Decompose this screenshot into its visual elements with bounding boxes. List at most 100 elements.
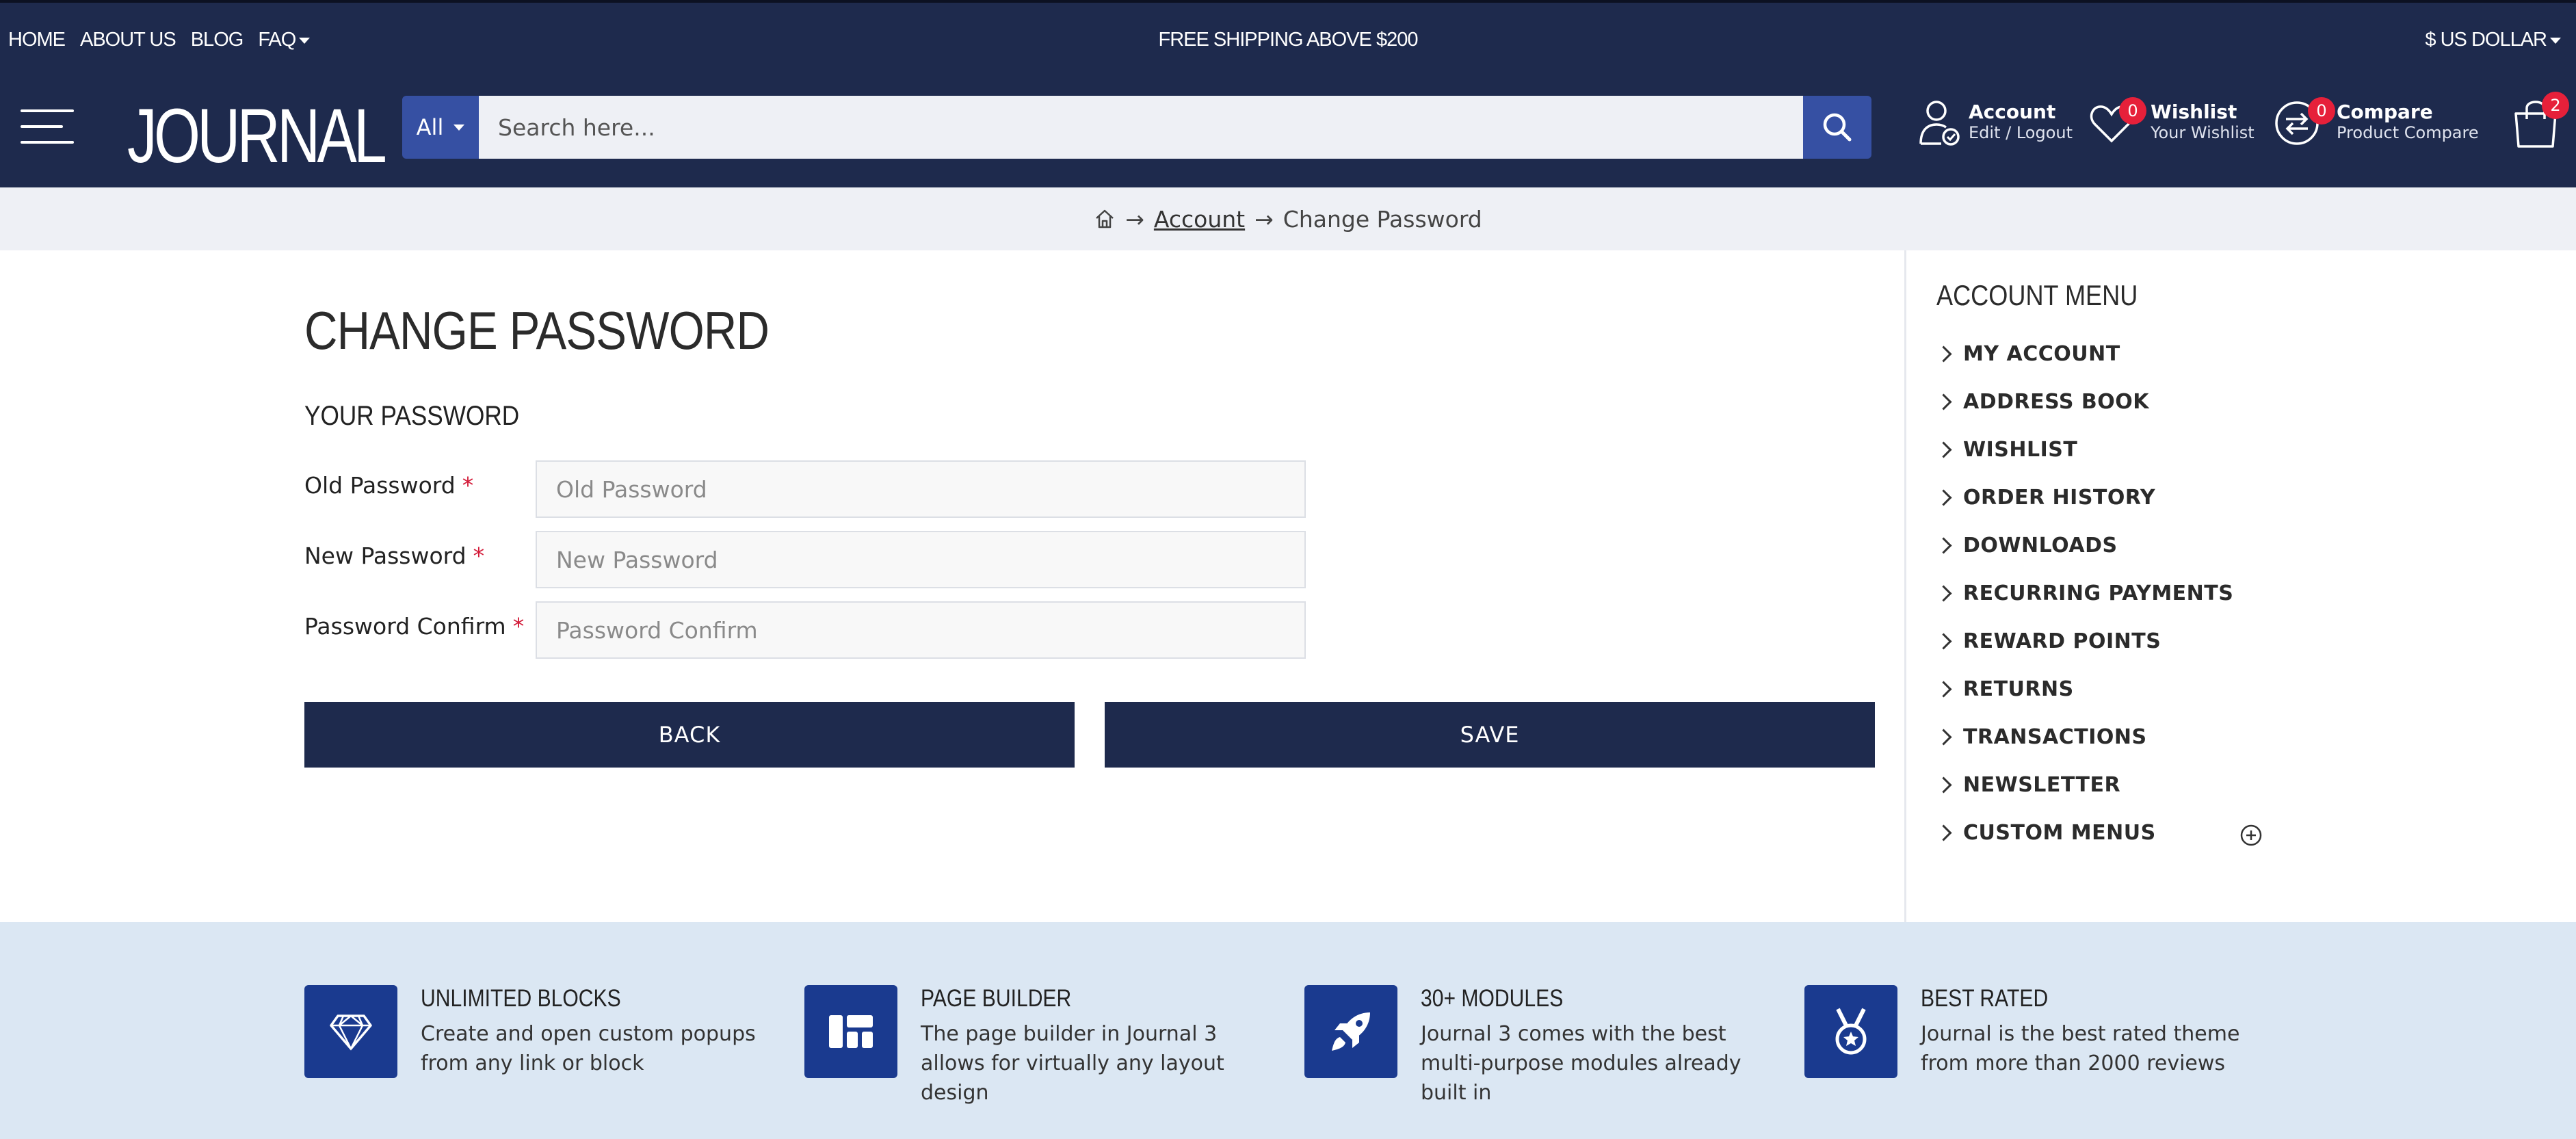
chevron-right-icon — [1935, 345, 1952, 363]
logo[interactable]: JOURNAL — [127, 92, 387, 180]
compare-title: Compare — [2337, 101, 2433, 123]
wishlist-subtitle: Your Wishlist — [2151, 123, 2255, 142]
chevron-right-icon — [1935, 488, 1952, 506]
search-category-dropdown[interactable]: All — [402, 96, 479, 159]
nav-about-us[interactable]: ABOUT US — [80, 29, 176, 51]
search-category-label: All — [416, 114, 444, 140]
sidebar-item-reward-points[interactable]: REWARD POINTS — [1935, 617, 2233, 665]
nav-home[interactable]: HOME — [8, 29, 66, 51]
sidebar-item-label: WISHLIST — [1963, 437, 2078, 462]
chevron-right-icon — [1935, 393, 1952, 410]
user-icon — [1919, 101, 1960, 146]
account-sidebar: ACCOUNT MENU MY ACCOUNT ADDRESS BOOK WIS… — [1906, 250, 2576, 922]
sidebar-item-custom-menus[interactable]: CUSTOM MENUS — [1935, 809, 2233, 856]
sidebar-item-label: ADDRESS BOOK — [1963, 389, 2150, 414]
sidebar-item-transactions[interactable]: TRANSACTIONS — [1935, 713, 2233, 761]
breadcrumb-current: Change Password — [1283, 205, 1482, 233]
sidebar-item-label: DOWNLOADS — [1963, 533, 2118, 558]
top-nav: HOME ABOUT US BLOG FAQ — [8, 29, 311, 51]
sidebar-item-address-book[interactable]: ADDRESS BOOK — [1935, 378, 2233, 426]
new-password-label-text: New Password — [304, 542, 466, 569]
sidebar-item-returns[interactable]: RETURNS — [1935, 665, 2233, 713]
sidebar-item-label: CUSTOM MENUS — [1963, 820, 2156, 845]
nav-faq[interactable]: FAQ — [258, 29, 311, 51]
sidebar-item-wishlist[interactable]: WISHLIST — [1935, 426, 2233, 473]
caret-down-icon — [2550, 37, 2561, 44]
sidebar-title: ACCOUNT MENU — [1936, 279, 2138, 311]
breadcrumb-separator: → — [1125, 205, 1144, 233]
medal-icon — [1835, 1008, 1867, 1055]
search-icon — [1823, 113, 1852, 142]
feature-unlimited-blocks: UNLIMITED BLOCKS Create and open custom … — [304, 985, 783, 1081]
password-confirm-input[interactable] — [536, 601, 1306, 659]
currency-label: $ US DOLLAR — [2425, 29, 2547, 51]
compare-count-badge: 0 — [2308, 97, 2335, 125]
feature-text: Journal is the best rated theme from mor… — [1921, 1022, 2240, 1075]
features-strip: UNLIMITED BLOCKS Create and open custom … — [0, 922, 2576, 1139]
compare-link[interactable]: 0 Compare Product Compare — [2274, 97, 2479, 146]
sidebar-item-label: TRANSACTIONS — [1963, 724, 2147, 749]
feature-text: The page builder in Journal 3 allows for… — [921, 1022, 1224, 1105]
rocket-icon — [1332, 1012, 1370, 1051]
search-button[interactable] — [1803, 96, 1871, 159]
chevron-right-icon — [1935, 441, 1952, 458]
feature-title: 30+ MODULES — [1421, 985, 1564, 1012]
sidebar-item-label: RETURNS — [1963, 677, 2074, 701]
feature-title: PAGE BUILDER — [921, 985, 1072, 1012]
feature-best-rated: BEST RATED Journal is the best rated the… — [1804, 985, 2283, 1081]
back-button[interactable]: BACK — [304, 702, 1075, 768]
sidebar-item-downloads[interactable]: DOWNLOADS — [1935, 521, 2233, 569]
caret-down-icon — [454, 124, 465, 131]
feature-icon-box — [1804, 985, 1897, 1078]
search-bar: All — [402, 96, 1871, 159]
promo-text: FREE SHIPPING ABOVE $200 — [1158, 29, 1419, 51]
feature-icon-box — [1304, 985, 1397, 1078]
breadcrumb-account-link[interactable]: Account — [1154, 206, 1245, 233]
expand-plus-icon[interactable] — [2239, 824, 2263, 847]
account-link[interactable]: Account Edit / Logout — [1918, 99, 2073, 146]
sidebar-item-label: REWARD POINTS — [1963, 629, 2161, 653]
sidebar-item-label: MY ACCOUNT — [1963, 341, 2120, 366]
search-input[interactable] — [479, 96, 1803, 159]
cart-count-badge: 2 — [2542, 92, 2569, 119]
wishlist-title: Wishlist — [2151, 101, 2237, 123]
diamond-icon — [330, 1014, 372, 1051]
feature-text: Create and open custom popups from any l… — [421, 1022, 756, 1075]
top-bar: HOME ABOUT US BLOG FAQ FREE SHIPPING ABO… — [0, 0, 2576, 83]
cart-button[interactable]: 2 — [2512, 92, 2569, 149]
new-password-label: New Password * — [304, 542, 484, 569]
sidebar-item-order-history[interactable]: ORDER HISTORY — [1935, 473, 2233, 521]
breadcrumb: → Account → Change Password — [0, 187, 2576, 250]
compare-subtitle: Product Compare — [2337, 123, 2479, 142]
password-confirm-label-text: Password Confirm — [304, 613, 506, 640]
sidebar-item-recurring-payments[interactable]: RECURRING PAYMENTS — [1935, 569, 2234, 617]
wishlist-link[interactable]: 0 Wishlist Your Wishlist — [2089, 97, 2255, 146]
feature-page-builder: PAGE BUILDER The page builder in Journal… — [804, 985, 1283, 1105]
password-confirm-label: Password Confirm * — [304, 613, 524, 640]
breadcrumb-bar: → Account → Change Password — [0, 187, 2576, 250]
feature-icon-box — [804, 985, 897, 1078]
chevron-right-icon — [1935, 728, 1952, 746]
feature-title: UNLIMITED BLOCKS — [421, 985, 621, 1012]
sidebar-item-newsletter[interactable]: NEWSLETTER — [1935, 761, 2233, 809]
save-button[interactable]: SAVE — [1105, 702, 1875, 768]
page-title: CHANGE PASSWORD — [304, 300, 770, 361]
chevron-right-icon — [1935, 536, 1952, 554]
sidebar-item-my-account[interactable]: MY ACCOUNT — [1935, 330, 2233, 378]
sidebar-item-label: RECURRING PAYMENTS — [1963, 581, 2234, 605]
new-password-input[interactable] — [536, 531, 1306, 588]
currency-selector[interactable]: $ US DOLLAR — [2425, 29, 2561, 51]
old-password-label-text: Old Password — [304, 472, 456, 499]
main-header: JOURNAL All Account Edit / Logout — [0, 83, 2576, 187]
chevron-right-icon — [1935, 776, 1952, 794]
nav-blog[interactable]: BLOG — [191, 29, 244, 51]
required-marker: * — [512, 613, 525, 640]
account-menu: MY ACCOUNT ADDRESS BOOK WISHLIST ORDER H… — [1935, 330, 2234, 856]
account-subtitle: Edit / Logout — [1969, 123, 2073, 142]
feature-30-modules: 30+ MODULES Journal 3 comes with the bes… — [1304, 985, 1783, 1105]
chevron-right-icon — [1935, 632, 1952, 650]
wishlist-count-badge: 0 — [2119, 97, 2146, 125]
home-icon[interactable] — [1094, 208, 1116, 230]
hamburger-menu-icon[interactable] — [21, 105, 74, 148]
old-password-input[interactable] — [536, 460, 1306, 518]
